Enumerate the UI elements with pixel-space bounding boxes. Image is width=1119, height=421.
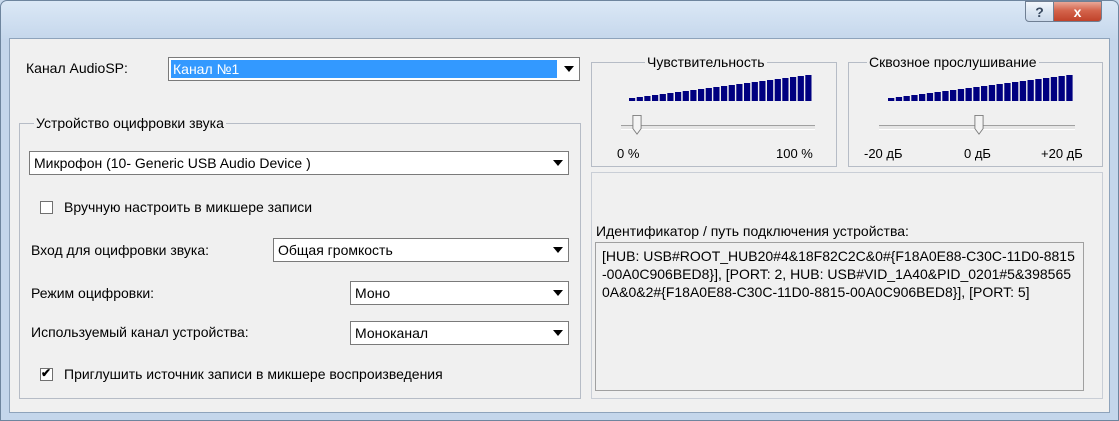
meter-bar	[790, 77, 797, 101]
meter-bar	[751, 82, 758, 101]
passthrough-slider-thumb[interactable]	[974, 115, 984, 135]
mode-label: Режим оцифровки:	[31, 285, 155, 301]
dialog-window: ? x Канал AudioSP: Канал №1 Устройство о…	[0, 0, 1119, 421]
sensitivity-group: Чувствительность 0 % 100 %	[591, 54, 837, 167]
meter-bar	[911, 95, 918, 101]
device-group-legend: Устройство оцифровки звука	[34, 115, 226, 131]
meter-bar	[759, 81, 766, 101]
device-id-panel: Идентификатор / путь подключения устройс…	[591, 172, 1103, 399]
meter-bar	[1012, 82, 1019, 101]
sensitivity-slider-thumb[interactable]	[632, 115, 642, 135]
meter-bar	[629, 98, 636, 101]
question-icon: ?	[1035, 3, 1044, 20]
meter-bar	[721, 86, 728, 101]
meter-bar	[934, 92, 941, 101]
chevron-down-icon[interactable]	[548, 283, 567, 303]
meter-bar	[973, 87, 980, 101]
meter-bar	[926, 93, 934, 101]
manual-mixer-label: Вручную настроить в микшере записи	[64, 199, 313, 215]
meter-bar	[996, 84, 1003, 101]
meter-bar	[1004, 83, 1011, 101]
input-label: Вход для оцифровки звука:	[31, 242, 210, 258]
close-button[interactable]: x	[1053, 1, 1102, 22]
meter-bar	[652, 95, 659, 101]
meter-bar	[675, 92, 682, 101]
passthrough-legend: Сквозное прослушивание	[867, 54, 1039, 70]
manual-mixer-checkbox[interactable]	[40, 201, 53, 214]
meter-bar	[774, 79, 781, 101]
device-channel-label: Используемый канал устройства:	[31, 324, 249, 340]
meter-bar	[728, 85, 735, 101]
meter-bar	[744, 83, 751, 101]
mode-combobox[interactable]: Моно	[350, 281, 569, 305]
help-button[interactable]: ?	[1025, 1, 1054, 22]
meter-bar	[705, 88, 712, 101]
meter-bar	[1058, 76, 1065, 101]
meter-bar	[888, 98, 895, 101]
meter-bar	[988, 85, 996, 101]
channel-label: Канал AudioSP:	[26, 60, 128, 76]
meter-bar	[805, 75, 812, 101]
meter-bar	[713, 87, 720, 101]
meter-bar	[782, 78, 789, 101]
device-combobox[interactable]: Микрофон (10- Generic USB Audio Device )	[29, 151, 569, 175]
device-id-label: Идентификатор / путь подключения устройс…	[596, 223, 909, 239]
meter-bar	[682, 91, 689, 101]
meter-bar	[1050, 77, 1058, 101]
sensitivity-meter	[629, 75, 812, 101]
device-group: Устройство оцифровки звука Микрофон (10-…	[19, 115, 581, 399]
meter-bar	[981, 86, 988, 101]
meter-bar	[698, 89, 705, 101]
sensitivity-slider-track[interactable]	[621, 125, 815, 130]
sensitivity-max-label: 100 %	[776, 146, 813, 161]
meter-bar	[1066, 75, 1073, 101]
meter-bar	[767, 80, 774, 101]
meter-bar	[1027, 80, 1034, 101]
channel-value: Канал №1	[171, 60, 557, 78]
meter-bar	[644, 96, 651, 101]
meter-bar	[659, 94, 666, 101]
chevron-down-icon[interactable]	[548, 153, 567, 173]
dialog-client-area: Канал AudioSP: Канал №1 Устройство оцифр…	[9, 38, 1110, 413]
meter-bar	[667, 93, 674, 101]
input-combobox[interactable]: Общая громкость	[273, 238, 569, 262]
passthrough-group: Сквозное прослушивание -20 дБ 0 дБ +20 д…	[848, 54, 1103, 167]
meter-bar	[690, 90, 697, 101]
device-channel-value: Моноканал	[355, 325, 429, 341]
meter-bar	[636, 97, 643, 101]
meter-bar	[950, 90, 957, 101]
mute-source-label: Приглушить источник записи в микшере вос…	[64, 366, 443, 382]
meter-bar	[895, 97, 903, 101]
mute-source-checkbox[interactable]	[40, 366, 53, 381]
device-channel-combobox[interactable]: Моноканал	[350, 321, 569, 345]
meter-bar	[797, 76, 804, 101]
device-value: Микрофон (10- Generic USB Audio Device )	[34, 155, 311, 171]
passthrough-mid-label: 0 дБ	[964, 146, 991, 161]
passthrough-max-label: +20 дБ	[1041, 146, 1083, 161]
passthrough-min-label: -20 дБ	[864, 146, 903, 161]
input-value: Общая громкость	[278, 242, 393, 258]
meter-bar	[919, 94, 926, 101]
meter-bar	[1035, 79, 1042, 101]
sensitivity-min-label: 0 %	[617, 146, 640, 161]
close-icon: x	[1073, 3, 1082, 20]
meter-bar	[965, 88, 972, 101]
chevron-down-icon[interactable]	[559, 59, 578, 79]
channel-combobox[interactable]: Канал №1	[168, 57, 580, 81]
meter-bar	[1019, 81, 1027, 101]
meter-bar	[736, 84, 743, 101]
meter-bar	[957, 89, 965, 101]
chevron-down-icon[interactable]	[548, 240, 567, 260]
meter-bar	[942, 91, 949, 101]
passthrough-meter	[888, 75, 1073, 101]
meter-bar	[903, 96, 910, 101]
mode-value: Моно	[355, 285, 391, 301]
sensitivity-legend: Чувствительность	[645, 54, 767, 70]
device-id-textbox[interactable]: [HUB: USB#ROOT_HUB20#4&18F82C2C&0#{F18A0…	[595, 242, 1084, 391]
chevron-down-icon[interactable]	[548, 323, 567, 343]
meter-bar	[1043, 78, 1050, 101]
